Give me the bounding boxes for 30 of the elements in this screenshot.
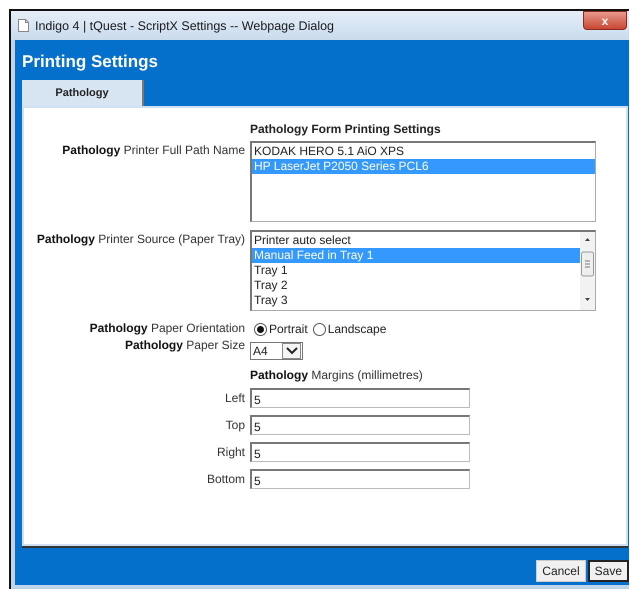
field-label: Left [224, 390, 245, 405]
list-item[interactable]: Tray 3 [252, 293, 580, 308]
field-label: Right [216, 444, 245, 459]
list-item[interactable]: Printer auto select [252, 233, 580, 248]
field-label: Pathology Paper Size [124, 337, 245, 352]
close-button[interactable]: x [583, 11, 627, 30]
radio-label[interactable]: Portrait [269, 322, 308, 336]
field-label: Bottom [206, 471, 245, 486]
tab[interactable]: Pathology [22, 80, 144, 106]
list-box[interactable]: Printer auto select Manual Feed in Tray 1 Tray 1 Tray 2 Tray 3 [250, 230, 596, 311]
list-item[interactable]: KODAK HERO 5.1 AiO XPS [252, 144, 595, 159]
list-box[interactable]: KODAK HERO 5.1 AiO XPS HP LaserJet P2050 Series PCL6 [250, 141, 596, 222]
section-title: Pathology Margins (millimetres) [250, 367, 424, 382]
dropdown[interactable]: A4 [250, 342, 303, 360]
page-heading: Printing Settings [22, 51, 159, 73]
text-field[interactable]: 5 [250, 415, 470, 435]
text-field[interactable]: 5 [250, 388, 470, 408]
text-field[interactable]: 5 [250, 469, 470, 489]
radio-label[interactable]: Landscape [328, 322, 386, 336]
list-item[interactable]: Tray 2 [252, 278, 580, 293]
dialog-button[interactable]: Cancel [536, 560, 586, 582]
text-field[interactable]: 5 [250, 442, 470, 462]
list-item[interactable]: Tray 1 [252, 263, 580, 278]
window-title: Indigo 4 | tQuest - ScriptX Settings -- Webpage Dialog [35, 18, 335, 32]
field-label: Top [224, 417, 245, 432]
field-label: Pathology Printer Source (Paper Tray) [36, 231, 245, 246]
field-label: Pathology Printer Full Path Name [61, 142, 245, 157]
form-title: Pathology Form Printing Settings [250, 122, 442, 138]
dialog-button[interactable]: Save [588, 560, 629, 582]
field-label: Pathology Paper Orientation [88, 320, 245, 335]
